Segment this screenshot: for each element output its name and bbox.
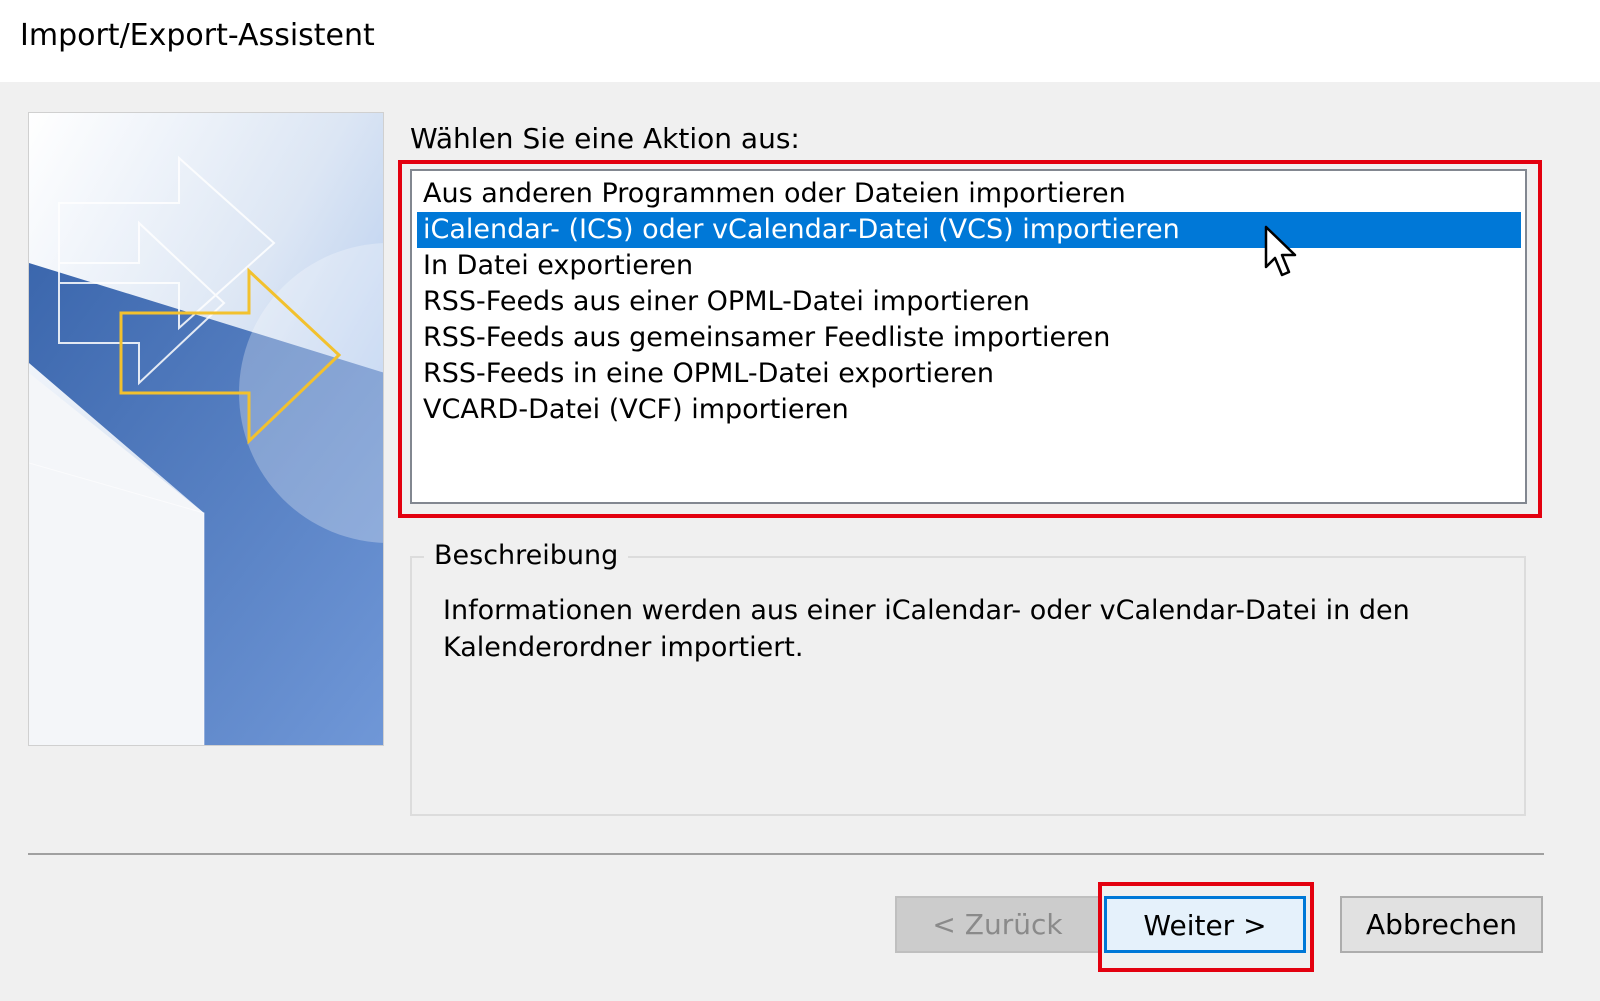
list-item-export-rss-opml[interactable]: RSS-Feeds in eine OPML-Datei exportieren [417,356,1521,392]
list-item-import-rss-common-feedlist[interactable]: RSS-Feeds aus gemeinsamer Feedliste impo… [417,320,1521,356]
list-item-import-vcard[interactable]: VCARD-Datei (VCF) importieren [417,392,1521,428]
back-button[interactable]: < Zurück [895,896,1100,953]
action-prompt-label: Wählen Sie eine Aktion aus: [410,122,800,155]
title-bar: Import/Export-Assistent [0,0,1600,82]
list-item-import-icalendar[interactable]: iCalendar- (ICS) oder vCalendar-Datei (V… [417,212,1521,248]
cancel-button[interactable]: Abbrechen [1340,896,1543,953]
list-item-export-to-file[interactable]: In Datei exportieren [417,248,1521,284]
separator-line [28,853,1544,855]
description-text: Informationen werden aus einer iCalendar… [443,595,1410,663]
description-legend: Beschreibung [424,540,629,571]
list-item-import-rss-opml[interactable]: RSS-Feeds aus einer OPML-Datei importier… [417,284,1521,320]
action-list[interactable]: Aus anderen Programmen oder Dateien impo… [410,169,1527,504]
mouse-pointer-icon [1264,225,1297,277]
list-item-import-other-programs[interactable]: Aus anderen Programmen oder Dateien impo… [417,176,1521,212]
next-button-highlight-frame [1098,882,1314,972]
import-export-arrow-graphic [28,112,384,746]
window-title: Import/Export-Assistent [20,18,375,53]
